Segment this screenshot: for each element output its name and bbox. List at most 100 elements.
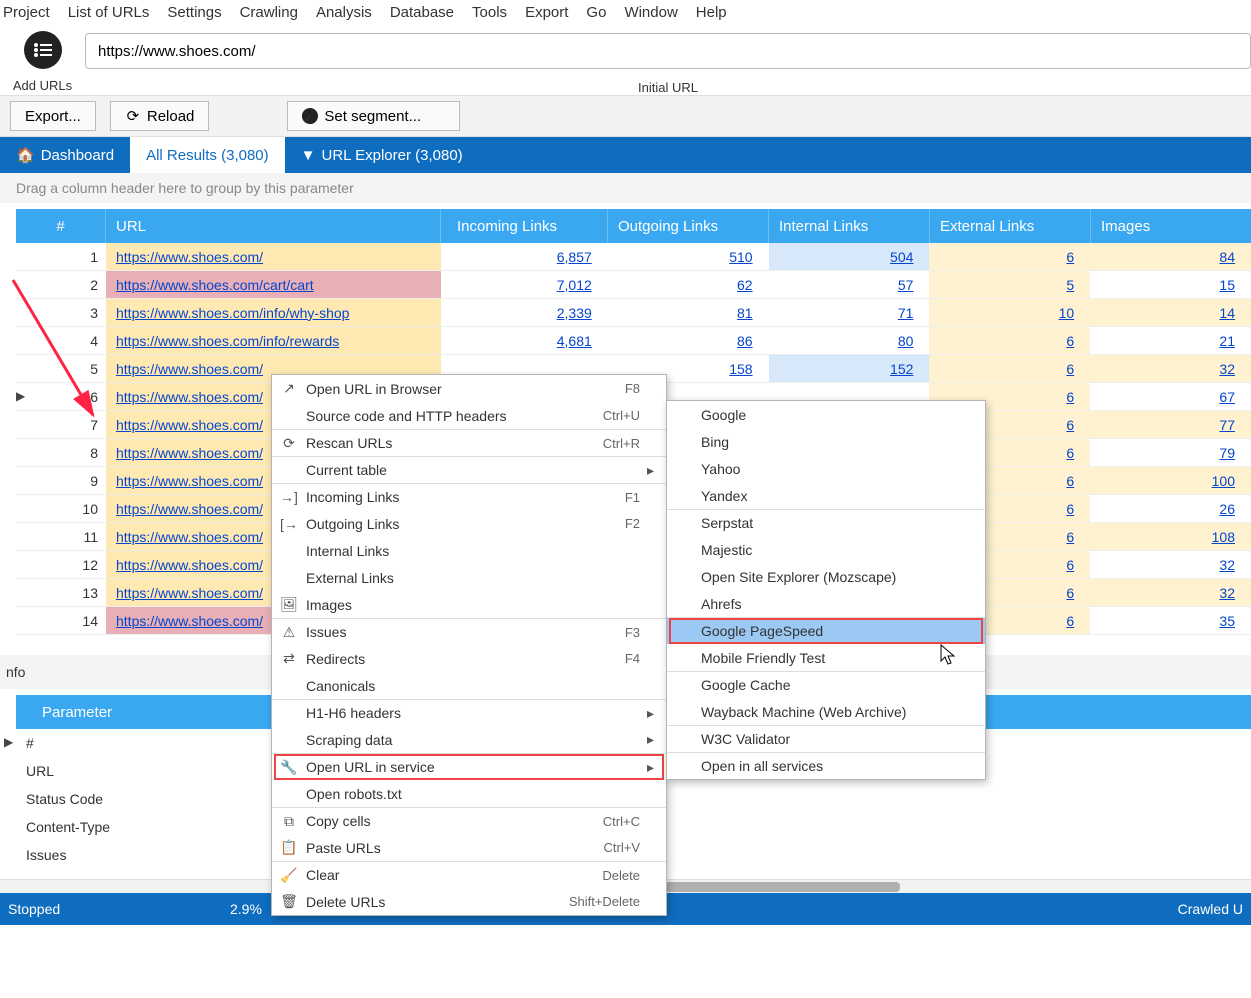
menu-item[interactable]: Scraping data▸	[272, 726, 666, 753]
menu-item[interactable]: External Links	[272, 564, 666, 591]
tab-dashboard[interactable]: 🏠Dashboard	[0, 137, 130, 173]
row-expand-icon[interactable]: ▶	[4, 735, 13, 749]
url-link[interactable]: https://www.shoes.com/	[116, 585, 263, 601]
menu-item[interactable]: ⧉Copy cellsCtrl+C	[272, 807, 666, 834]
toolbar: Export... ⟳Reload Set segment...	[0, 95, 1251, 137]
cell-url: https://www.shoes.com/info/rewards	[106, 327, 441, 354]
tab-all-results[interactable]: All Results (3,080)	[130, 137, 285, 173]
segment-button[interactable]: Set segment...	[287, 101, 460, 131]
col-incoming[interactable]: Incoming Links	[447, 209, 608, 243]
table-row[interactable]: 1https://www.shoes.com/6,857510504684	[16, 243, 1251, 271]
menu-item[interactable]: 🧹ClearDelete	[272, 861, 666, 888]
menu-item[interactable]: 📋Paste URLsCtrl+V	[272, 834, 666, 861]
row-expand-icon[interactable]: ▶	[16, 389, 25, 403]
menu-icon: ⚠	[272, 624, 306, 641]
url-link[interactable]: https://www.shoes.com/cart/cart	[116, 277, 314, 293]
url-link[interactable]: https://www.shoes.com/info/rewards	[116, 333, 339, 349]
menu-tools[interactable]: Tools	[472, 4, 507, 21]
menu-item[interactable]: →]Incoming LinksF1	[272, 483, 666, 510]
list-icon[interactable]	[24, 31, 62, 69]
add-urls[interactable]	[0, 31, 85, 71]
table-row[interactable]: 3https://www.shoes.com/info/why-shop2,33…	[16, 299, 1251, 327]
submenu-item[interactable]: Open in all services	[667, 752, 985, 779]
menu-bar[interactable]: Project List of URLs Settings Crawling Analy…	[0, 0, 1251, 24]
menu-icon: 🖼	[272, 596, 306, 613]
add-urls-label: Add URLs	[0, 78, 85, 93]
context-menu[interactable]: ↗Open URL in BrowserF8Source code and HT…	[271, 374, 667, 916]
submenu-item[interactable]: Google	[667, 401, 985, 428]
menu-project[interactable]: Project	[3, 4, 50, 21]
col-outgoing[interactable]: Outgoing Links	[608, 209, 769, 243]
cell-images: 108	[1090, 523, 1251, 550]
submenu-item[interactable]: Majestic	[667, 536, 985, 563]
menu-go[interactable]: Go	[586, 4, 606, 21]
menu-window[interactable]: Window	[624, 4, 677, 21]
cell-url: https://www.shoes.com/cart/cart	[106, 271, 441, 298]
menu-help[interactable]: Help	[696, 4, 727, 21]
menu-item[interactable]: H1-H6 headers▸	[272, 699, 666, 726]
menu-item[interactable]: 🗑Delete URLsShift+Delete	[272, 888, 666, 915]
submenu-item[interactable]: Yahoo	[667, 455, 985, 482]
url-link[interactable]: https://www.shoes.com/	[116, 613, 263, 629]
menu-item[interactable]: ↗Open URL in BrowserF8	[272, 375, 666, 402]
menu-item[interactable]: ⚠IssuesF3	[272, 618, 666, 645]
submenu-item[interactable]: Yandex	[667, 482, 985, 509]
url-link[interactable]: https://www.shoes.com/	[116, 249, 263, 265]
url-link[interactable]: https://www.shoes.com/info/why-shop	[116, 305, 349, 321]
url-link[interactable]: https://www.shoes.com/	[116, 417, 263, 433]
menu-list-of-urls[interactable]: List of URLs	[68, 4, 150, 21]
col-num[interactable]: #	[16, 209, 106, 243]
menu-item[interactable]: 🔧Open URL in service▸	[272, 753, 666, 780]
menu-item[interactable]: Source code and HTTP headersCtrl+U	[272, 402, 666, 429]
url-link[interactable]: https://www.shoes.com/	[116, 361, 263, 377]
cell-internal: 71	[769, 299, 930, 326]
group-by-hint[interactable]: Drag a column header here to group by th…	[0, 173, 1251, 203]
submenu-item[interactable]: Ahrefs	[667, 590, 985, 617]
status-text: Stopped	[8, 901, 60, 917]
url-link[interactable]: https://www.shoes.com/	[116, 501, 263, 517]
menu-item[interactable]: [→Outgoing LinksF2	[272, 510, 666, 537]
col-url[interactable]: URL	[106, 209, 441, 243]
menu-item[interactable]: Internal Links	[272, 537, 666, 564]
url-link[interactable]: https://www.shoes.com/	[116, 529, 263, 545]
table-row[interactable]: 2https://www.shoes.com/cart/cart7,012625…	[16, 271, 1251, 299]
menu-settings[interactable]: Settings	[167, 4, 221, 21]
cell-index: 3	[16, 299, 106, 326]
cell-outgoing: 62	[608, 271, 769, 298]
url-link[interactable]: https://www.shoes.com/	[116, 389, 263, 405]
submenu-item[interactable]: Open Site Explorer (Mozscape)	[667, 563, 985, 590]
col-external[interactable]: External Links	[930, 209, 1091, 243]
submenu-item[interactable]: Google PageSpeed	[667, 617, 985, 644]
menu-item[interactable]: Canonicals	[272, 672, 666, 699]
menu-item[interactable]: 🖼Images	[272, 591, 666, 618]
table-row[interactable]: 4https://www.shoes.com/info/rewards4,681…	[16, 327, 1251, 355]
cell-images: 32	[1090, 355, 1251, 382]
grid-header: # URL Incoming Links Outgoing Links Inte…	[16, 209, 1251, 243]
menu-analysis[interactable]: Analysis	[316, 4, 372, 21]
cell-external: 10	[929, 299, 1090, 326]
menu-item[interactable]: Open robots.txt	[272, 780, 666, 807]
submenu-item[interactable]: Wayback Machine (Web Archive)	[667, 698, 985, 725]
menu-database[interactable]: Database	[390, 4, 454, 21]
submenu-item[interactable]: Google Cache	[667, 671, 985, 698]
menu-item[interactable]: ⟳Rescan URLsCtrl+R	[272, 429, 666, 456]
url-link[interactable]: https://www.shoes.com/	[116, 473, 263, 489]
submenu-item[interactable]: Mobile Friendly Test	[667, 644, 985, 671]
menu-item[interactable]: ⇄RedirectsF4	[272, 645, 666, 672]
url-link[interactable]: https://www.shoes.com/	[116, 445, 263, 461]
submenu-item[interactable]: W3C Validator	[667, 725, 985, 752]
menu-item[interactable]: Current table▸	[272, 456, 666, 483]
url-link[interactable]: https://www.shoes.com/	[116, 557, 263, 573]
submenu-item[interactable]: Serpstat	[667, 509, 985, 536]
tab-url-explorer[interactable]: ▼URL Explorer (3,080)	[285, 137, 479, 173]
export-button[interactable]: Export...	[10, 101, 96, 131]
submenu-item[interactable]: Bing	[667, 428, 985, 455]
reload-button[interactable]: ⟳Reload	[110, 101, 210, 131]
url-input[interactable]	[85, 33, 1251, 69]
menu-crawling[interactable]: Crawling	[240, 4, 298, 21]
col-internal[interactable]: Internal Links	[769, 209, 930, 243]
cell-internal: 504	[769, 243, 930, 270]
col-images[interactable]: Images	[1091, 209, 1251, 243]
context-submenu[interactable]: GoogleBingYahooYandexSerpstatMajesticOpe…	[666, 400, 986, 780]
menu-export[interactable]: Export	[525, 4, 568, 21]
